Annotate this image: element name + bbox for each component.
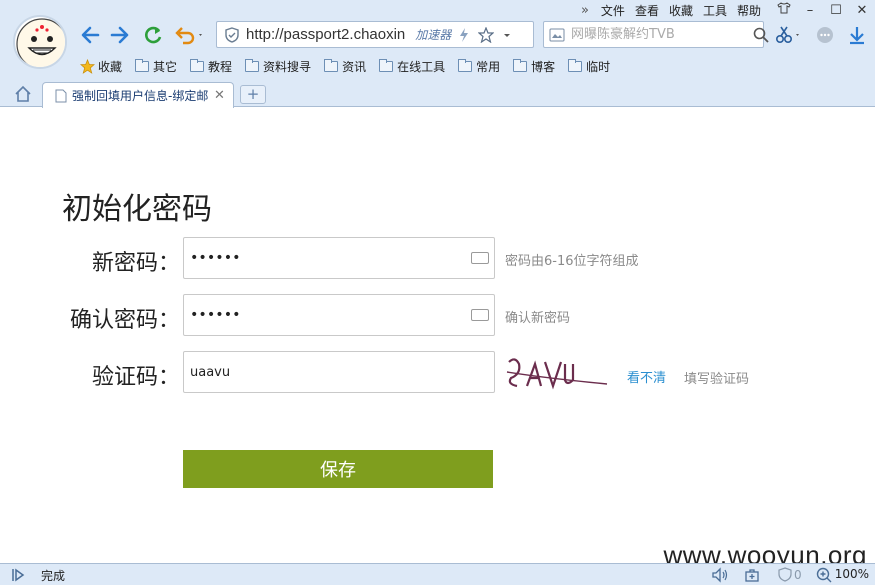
search-engine-icon[interactable] <box>549 28 565 42</box>
captcha-label: 验证码： <box>91 365 180 390</box>
scissors-icon[interactable] <box>774 24 804 46</box>
new-password-hint: 密码由6-16位字符组成 <box>505 254 639 269</box>
menu-view[interactable]: 查看 <box>635 2 659 19</box>
captcha-refresh-link[interactable]: 看不清 <box>627 367 666 386</box>
keyboard-icon[interactable] <box>471 252 489 264</box>
folder-icon <box>379 58 394 72</box>
captcha-input[interactable] <box>183 351 495 393</box>
folder-icon <box>190 58 205 72</box>
accelerator-label[interactable]: 加速器 <box>415 26 451 43</box>
forward-icon[interactable] <box>109 24 131 46</box>
status-text: 完成 <box>41 569 66 583</box>
zoom-icon[interactable] <box>816 567 832 583</box>
tab-bar: 强制回填用户信息-绑定邮箱 ✕ + <box>0 80 875 108</box>
menu-file[interactable]: 文件 <box>601 2 625 19</box>
browser-toolbar: » 文件 查看 收藏 工具 帮助 – ☐ ✕ http://passport2.… <box>0 0 875 80</box>
keyboard-icon[interactable] <box>471 309 489 321</box>
tab-active[interactable]: 强制回填用户信息-绑定邮箱 ✕ <box>42 82 234 108</box>
undo-close-icon[interactable] <box>174 24 202 46</box>
captcha-image[interactable] <box>505 352 610 394</box>
security-count: 0 <box>794 567 802 582</box>
bookmark-favorites[interactable]: 收藏 <box>80 58 122 75</box>
folder-icon <box>568 58 583 72</box>
search-icon[interactable] <box>753 27 769 43</box>
volume-icon[interactable] <box>711 567 729 583</box>
menu-help[interactable]: 帮助 <box>737 2 761 19</box>
sidebar-toggle-icon[interactable] <box>10 567 26 583</box>
tab-title: 强制回填用户信息-绑定邮箱 <box>72 89 208 103</box>
user-avatar[interactable] <box>13 15 67 69</box>
folder-icon <box>458 58 473 72</box>
menu-favorites[interactable]: 收藏 <box>669 2 693 19</box>
folder-icon <box>324 58 339 72</box>
bookmark-folder[interactable]: 资料搜寻 <box>245 58 311 75</box>
captcha-hint: 填写验证码 <box>684 372 750 387</box>
bookmark-folder[interactable]: 临时 <box>568 58 610 75</box>
security-shield-icon[interactable] <box>224 26 240 43</box>
lightning-icon[interactable] <box>459 27 469 43</box>
save-button[interactable]: 保存 <box>183 450 493 488</box>
new-password-label: 新密码： <box>91 251 180 276</box>
favorite-star-icon[interactable] <box>478 26 495 43</box>
address-bar[interactable]: http://passport2.chaoxin 加速器 <box>216 21 534 48</box>
refresh-icon[interactable] <box>142 24 164 46</box>
bookmark-folder[interactable]: 教程 <box>190 58 232 75</box>
status-bar: 完成 0 100% <box>0 563 875 585</box>
folder-icon <box>135 58 150 72</box>
search-box[interactable] <box>543 21 769 48</box>
page-title: 初始化密码 <box>62 192 212 227</box>
star-icon <box>80 58 95 74</box>
folder-icon <box>513 58 528 72</box>
extensions-icon[interactable] <box>814 24 836 46</box>
bookmarks-bar: 收藏 其它 教程 资料搜寻 资讯 在线工具 常用 博客 临时 <box>80 56 623 76</box>
confirm-password-label: 确认密码： <box>69 308 180 333</box>
addon-icon[interactable] <box>744 567 760 583</box>
confirm-password-hint: 确认新密码 <box>505 311 571 326</box>
confirm-password-input[interactable] <box>183 294 495 336</box>
address-dropdown-icon[interactable] <box>502 30 512 40</box>
url-text[interactable]: http://passport2.chaoxin <box>246 26 405 43</box>
bookmark-folder[interactable]: 在线工具 <box>379 58 445 75</box>
bookmark-folder[interactable]: 常用 <box>458 58 500 75</box>
back-icon[interactable] <box>79 24 101 46</box>
new-tab-button[interactable]: + <box>240 85 266 104</box>
close-window-icon[interactable]: ✕ <box>849 3 875 18</box>
bookmark-folder[interactable]: 资讯 <box>324 58 366 75</box>
menu-tools[interactable]: 工具 <box>703 2 727 19</box>
download-icon[interactable] <box>846 24 868 46</box>
new-password-input[interactable] <box>183 237 495 279</box>
security-icon[interactable]: 0 <box>778 567 802 582</box>
maximize-icon[interactable]: ☐ <box>823 3 849 18</box>
folder-icon <box>245 58 260 72</box>
tab-close-icon[interactable]: ✕ <box>214 88 225 103</box>
search-input[interactable] <box>571 27 731 42</box>
bookmark-folder[interactable]: 博客 <box>513 58 555 75</box>
menu-expand-icon[interactable]: » <box>581 3 589 18</box>
skin-icon[interactable] <box>771 2 797 18</box>
home-icon[interactable] <box>14 85 32 103</box>
zoom-level[interactable]: 100% <box>835 567 869 581</box>
menu-bar: » 文件 查看 收藏 工具 帮助 – ☐ ✕ <box>581 0 875 20</box>
bookmark-folder[interactable]: 其它 <box>135 58 177 75</box>
page-icon <box>55 89 67 103</box>
minimize-icon[interactable]: – <box>797 3 823 18</box>
